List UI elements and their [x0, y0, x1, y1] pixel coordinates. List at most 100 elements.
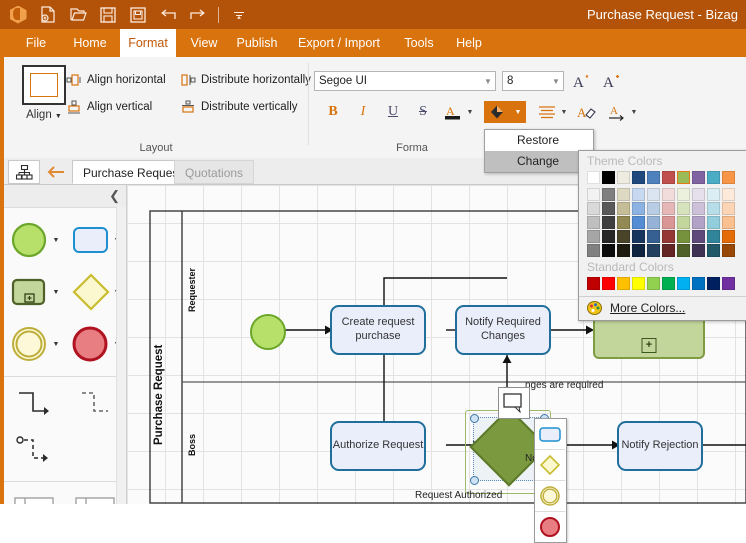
- theme-color-swatch[interactable]: [692, 216, 705, 229]
- theme-color-swatch[interactable]: [692, 188, 705, 201]
- theme-color-swatch[interactable]: [722, 216, 735, 229]
- text-direction-dropdown-arrow[interactable]: ▼: [628, 101, 640, 123]
- theme-color-swatch[interactable]: [632, 202, 645, 215]
- standard-color-swatch[interactable]: [617, 277, 630, 290]
- theme-color-swatch[interactable]: [677, 202, 690, 215]
- theme-color-swatch[interactable]: [632, 171, 645, 184]
- theme-color-swatch[interactable]: [617, 188, 630, 201]
- theme-color-swatch[interactable]: [587, 171, 600, 184]
- gateway-authorized[interactable]: [469, 407, 549, 487]
- theme-color-swatch[interactable]: [722, 244, 735, 257]
- back-button[interactable]: [40, 160, 72, 184]
- text-direction-button[interactable]: A: [606, 101, 628, 123]
- align-horizontal-button[interactable]: Align horizontal: [66, 73, 166, 87]
- font-color-dropdown-arrow[interactable]: ▼: [464, 101, 476, 123]
- theme-color-swatch[interactable]: [722, 202, 735, 215]
- theme-color-swatch[interactable]: [692, 202, 705, 215]
- shape-palette-scrollbar[interactable]: [116, 207, 126, 504]
- font-name-combo[interactable]: Segoe UI ▼: [314, 71, 496, 91]
- theme-color-swatch[interactable]: [677, 216, 690, 229]
- undo-icon[interactable]: [154, 1, 182, 28]
- subprocess-expand-icon[interactable]: +: [641, 338, 657, 353]
- new-file-icon[interactable]: [34, 1, 62, 28]
- sequence-flow-shape[interactable]: [4, 387, 65, 425]
- task-create-request[interactable]: Create request purchase: [330, 305, 426, 355]
- theme-color-swatch[interactable]: [617, 230, 630, 243]
- annotation-shape-hint-icon[interactable]: [498, 387, 530, 419]
- chevron-down-icon[interactable]: ▼: [53, 237, 60, 244]
- task-notify-changes[interactable]: Notify Required Changes: [455, 305, 551, 355]
- standard-color-swatch[interactable]: [647, 277, 660, 290]
- align-button[interactable]: Align ▼: [18, 65, 70, 127]
- theme-color-swatch[interactable]: [707, 230, 720, 243]
- theme-color-swatch[interactable]: [617, 202, 630, 215]
- diagram-view-button[interactable]: [8, 160, 40, 184]
- menu-tools[interactable]: Tools: [395, 29, 443, 57]
- context-menu-restore[interactable]: Restore: [485, 130, 593, 151]
- theme-color-swatch[interactable]: [677, 244, 690, 257]
- theme-color-swatch[interactable]: [647, 202, 660, 215]
- save-icon[interactable]: [94, 1, 122, 28]
- standard-color-swatch[interactable]: [677, 277, 690, 290]
- task-authorize-request[interactable]: Authorize Request: [330, 421, 426, 471]
- menu-publish[interactable]: Publish: [228, 29, 286, 57]
- theme-color-swatch[interactable]: [647, 230, 660, 243]
- fill-color-button[interactable]: [484, 101, 510, 123]
- theme-color-swatch[interactable]: [602, 171, 615, 184]
- theme-color-swatch[interactable]: [647, 188, 660, 201]
- theme-color-swatch[interactable]: [692, 244, 705, 257]
- resize-handle-top-left[interactable]: [470, 414, 479, 423]
- customize-qat-icon[interactable]: [225, 1, 253, 28]
- standard-color-swatch[interactable]: [707, 277, 720, 290]
- theme-color-swatch[interactable]: [602, 202, 615, 215]
- suggest-end-event-shape[interactable]: [535, 512, 565, 542]
- font-size-combo[interactable]: 8 ▼: [502, 71, 564, 91]
- suggest-gateway-shape[interactable]: [535, 450, 565, 481]
- app-logo[interactable]: [4, 1, 32, 28]
- theme-color-swatch[interactable]: [617, 244, 630, 257]
- text-align-dropdown-arrow[interactable]: ▼: [558, 101, 570, 123]
- context-menu-change[interactable]: Change ▶: [485, 151, 593, 172]
- theme-color-swatch[interactable]: [632, 230, 645, 243]
- theme-color-swatch[interactable]: [707, 171, 720, 184]
- theme-color-swatch[interactable]: [647, 171, 660, 184]
- strikethrough-button[interactable]: S: [412, 101, 434, 123]
- text-align-button[interactable]: [536, 101, 558, 123]
- menu-export-import[interactable]: Export / Import: [287, 29, 391, 57]
- theme-color-swatch[interactable]: [662, 244, 675, 257]
- open-file-icon[interactable]: [64, 1, 92, 28]
- grow-font-button[interactable]: A: [570, 70, 592, 92]
- theme-color-swatch[interactable]: [587, 216, 600, 229]
- theme-color-swatch[interactable]: [707, 202, 720, 215]
- theme-color-swatch[interactable]: [647, 216, 660, 229]
- standard-color-swatch[interactable]: [632, 277, 645, 290]
- font-color-button[interactable]: A: [442, 101, 464, 123]
- bold-button[interactable]: B: [322, 101, 344, 123]
- theme-color-swatch[interactable]: [602, 244, 615, 257]
- start-event[interactable]: [250, 314, 286, 350]
- standard-color-swatch[interactable]: [587, 277, 600, 290]
- standard-color-swatch[interactable]: [662, 277, 675, 290]
- standard-color-swatch[interactable]: [602, 277, 615, 290]
- resize-handle-bottom-left[interactable]: [470, 476, 479, 485]
- theme-color-swatch[interactable]: [707, 244, 720, 257]
- theme-color-swatch[interactable]: [692, 230, 705, 243]
- theme-color-swatch[interactable]: [677, 188, 690, 201]
- theme-color-swatch[interactable]: [662, 202, 675, 215]
- theme-color-swatch[interactable]: [587, 202, 600, 215]
- clear-format-button[interactable]: A: [576, 101, 598, 123]
- tab-quotations[interactable]: Quotations: [174, 160, 255, 184]
- align-vertical-button[interactable]: Align vertical: [66, 100, 152, 114]
- start-event-shape[interactable]: ▼: [4, 220, 65, 260]
- theme-color-swatch[interactable]: [617, 216, 630, 229]
- fill-color-dropdown-arrow[interactable]: ▼: [510, 101, 526, 123]
- intermediate-event-shape[interactable]: ▼: [4, 324, 65, 364]
- theme-color-swatch[interactable]: [632, 188, 645, 201]
- more-colors-button[interactable]: More Colors...: [579, 296, 746, 320]
- distribute-horizontally-button[interactable]: Distribute horizontally: [180, 73, 311, 87]
- theme-color-swatch[interactable]: [722, 188, 735, 201]
- theme-color-swatch[interactable]: [587, 230, 600, 243]
- menu-view[interactable]: View: [180, 29, 228, 57]
- italic-button[interactable]: I: [352, 101, 374, 123]
- theme-color-swatch[interactable]: [602, 230, 615, 243]
